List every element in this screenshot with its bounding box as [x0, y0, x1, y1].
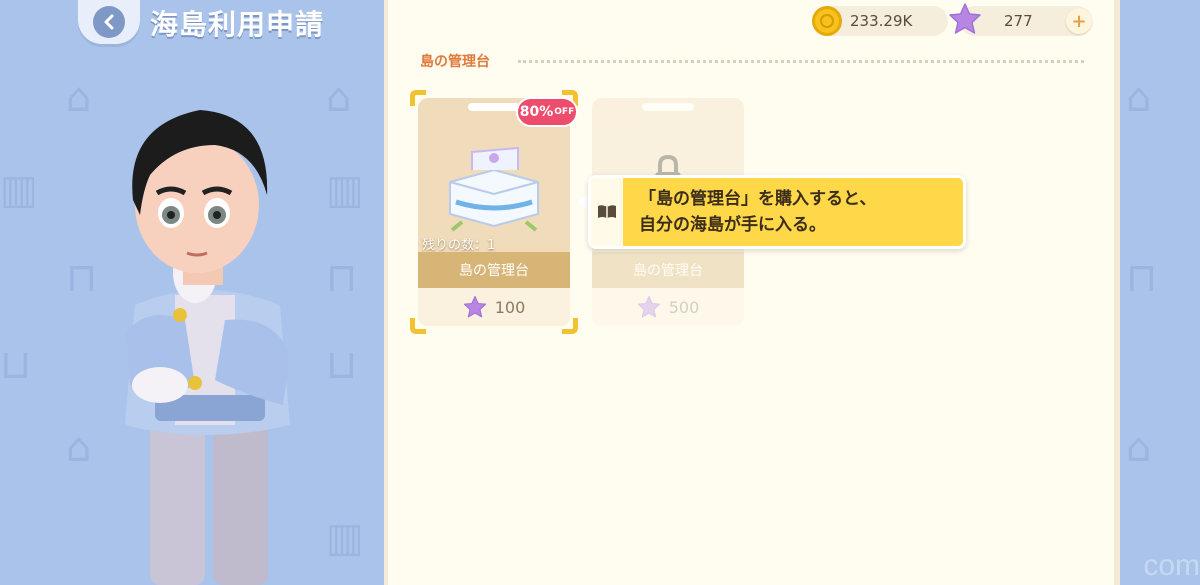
watermark: com [1143, 549, 1200, 582]
item-card-selected[interactable]: 残りの数：1 島の管理台 100 [418, 98, 570, 326]
tooltip-line-1: 「島の管理台」を購入すると、 [639, 189, 877, 209]
shop-panel: 233.29K 277 + 島の管理台 残りの数：1 島の管理台 100 80%… [384, 0, 1120, 585]
management-desk-image [449, 146, 539, 232]
house-icon: ⌂ [326, 75, 352, 121]
chair-icon: ⊔ [326, 342, 358, 388]
star-icon [637, 295, 660, 318]
house-icon: ⌂ [66, 425, 92, 471]
tooltip-text: 「島の管理台」を購入すると、 自分の海島が手に入る。 [639, 186, 876, 238]
selection-corner [410, 90, 426, 106]
coin-icon [812, 6, 842, 36]
item-price: 500 [592, 288, 744, 326]
fence-icon: ▥ [326, 167, 364, 213]
item-name: 島の管理台 [418, 252, 570, 288]
discount-suffix: OFF [554, 107, 575, 117]
bench-icon: ⊓ [326, 255, 358, 301]
star-icon [949, 3, 981, 34]
item-price: 100 [418, 288, 570, 326]
price-value: 100 [494, 297, 526, 317]
star-balance: 277 + [949, 3, 1092, 36]
tooltip-line-2: 自分の海島が手に入る。 [639, 215, 826, 235]
item-name: 島の管理台 [592, 252, 744, 288]
card-hanger [468, 103, 520, 111]
chair-icon: ⊔ [0, 342, 32, 388]
back-button[interactable] [78, 0, 140, 44]
card-hanger [642, 103, 694, 111]
selection-corner [410, 318, 426, 334]
house-icon: ⌂ [66, 75, 92, 121]
star-icon [463, 295, 486, 318]
remaining-count: 残りの数：1 [422, 238, 496, 253]
book-icon [591, 178, 623, 246]
price-value: 500 [668, 297, 700, 317]
coin-value: 233.29K [850, 12, 913, 30]
house-icon: ⌂ [1126, 75, 1152, 121]
bench-icon: ⊓ [66, 255, 98, 301]
chevron-left-icon [93, 6, 125, 38]
section-divider [518, 60, 1084, 63]
selection-corner [562, 318, 578, 334]
star-value: 277 [1004, 12, 1033, 30]
house-icon: ⌂ [1126, 425, 1152, 471]
item-tooltip: 「島の管理台」を購入すると、 自分の海島が手に入る。 [588, 175, 966, 249]
add-stars-button[interactable]: + [1066, 8, 1092, 34]
section-title: 島の管理台 [420, 54, 490, 70]
fence-icon: ▥ [0, 167, 38, 213]
page-title: 海島利用申請 [150, 8, 325, 41]
character-avatar [125, 110, 290, 585]
discount-badge: 80% OFF [516, 97, 578, 127]
coin-balance: 233.29K [812, 6, 948, 36]
fence-icon: ▥ [326, 515, 364, 561]
discount-percent: 80% [519, 104, 554, 120]
bench-icon: ⊓ [1126, 255, 1158, 301]
